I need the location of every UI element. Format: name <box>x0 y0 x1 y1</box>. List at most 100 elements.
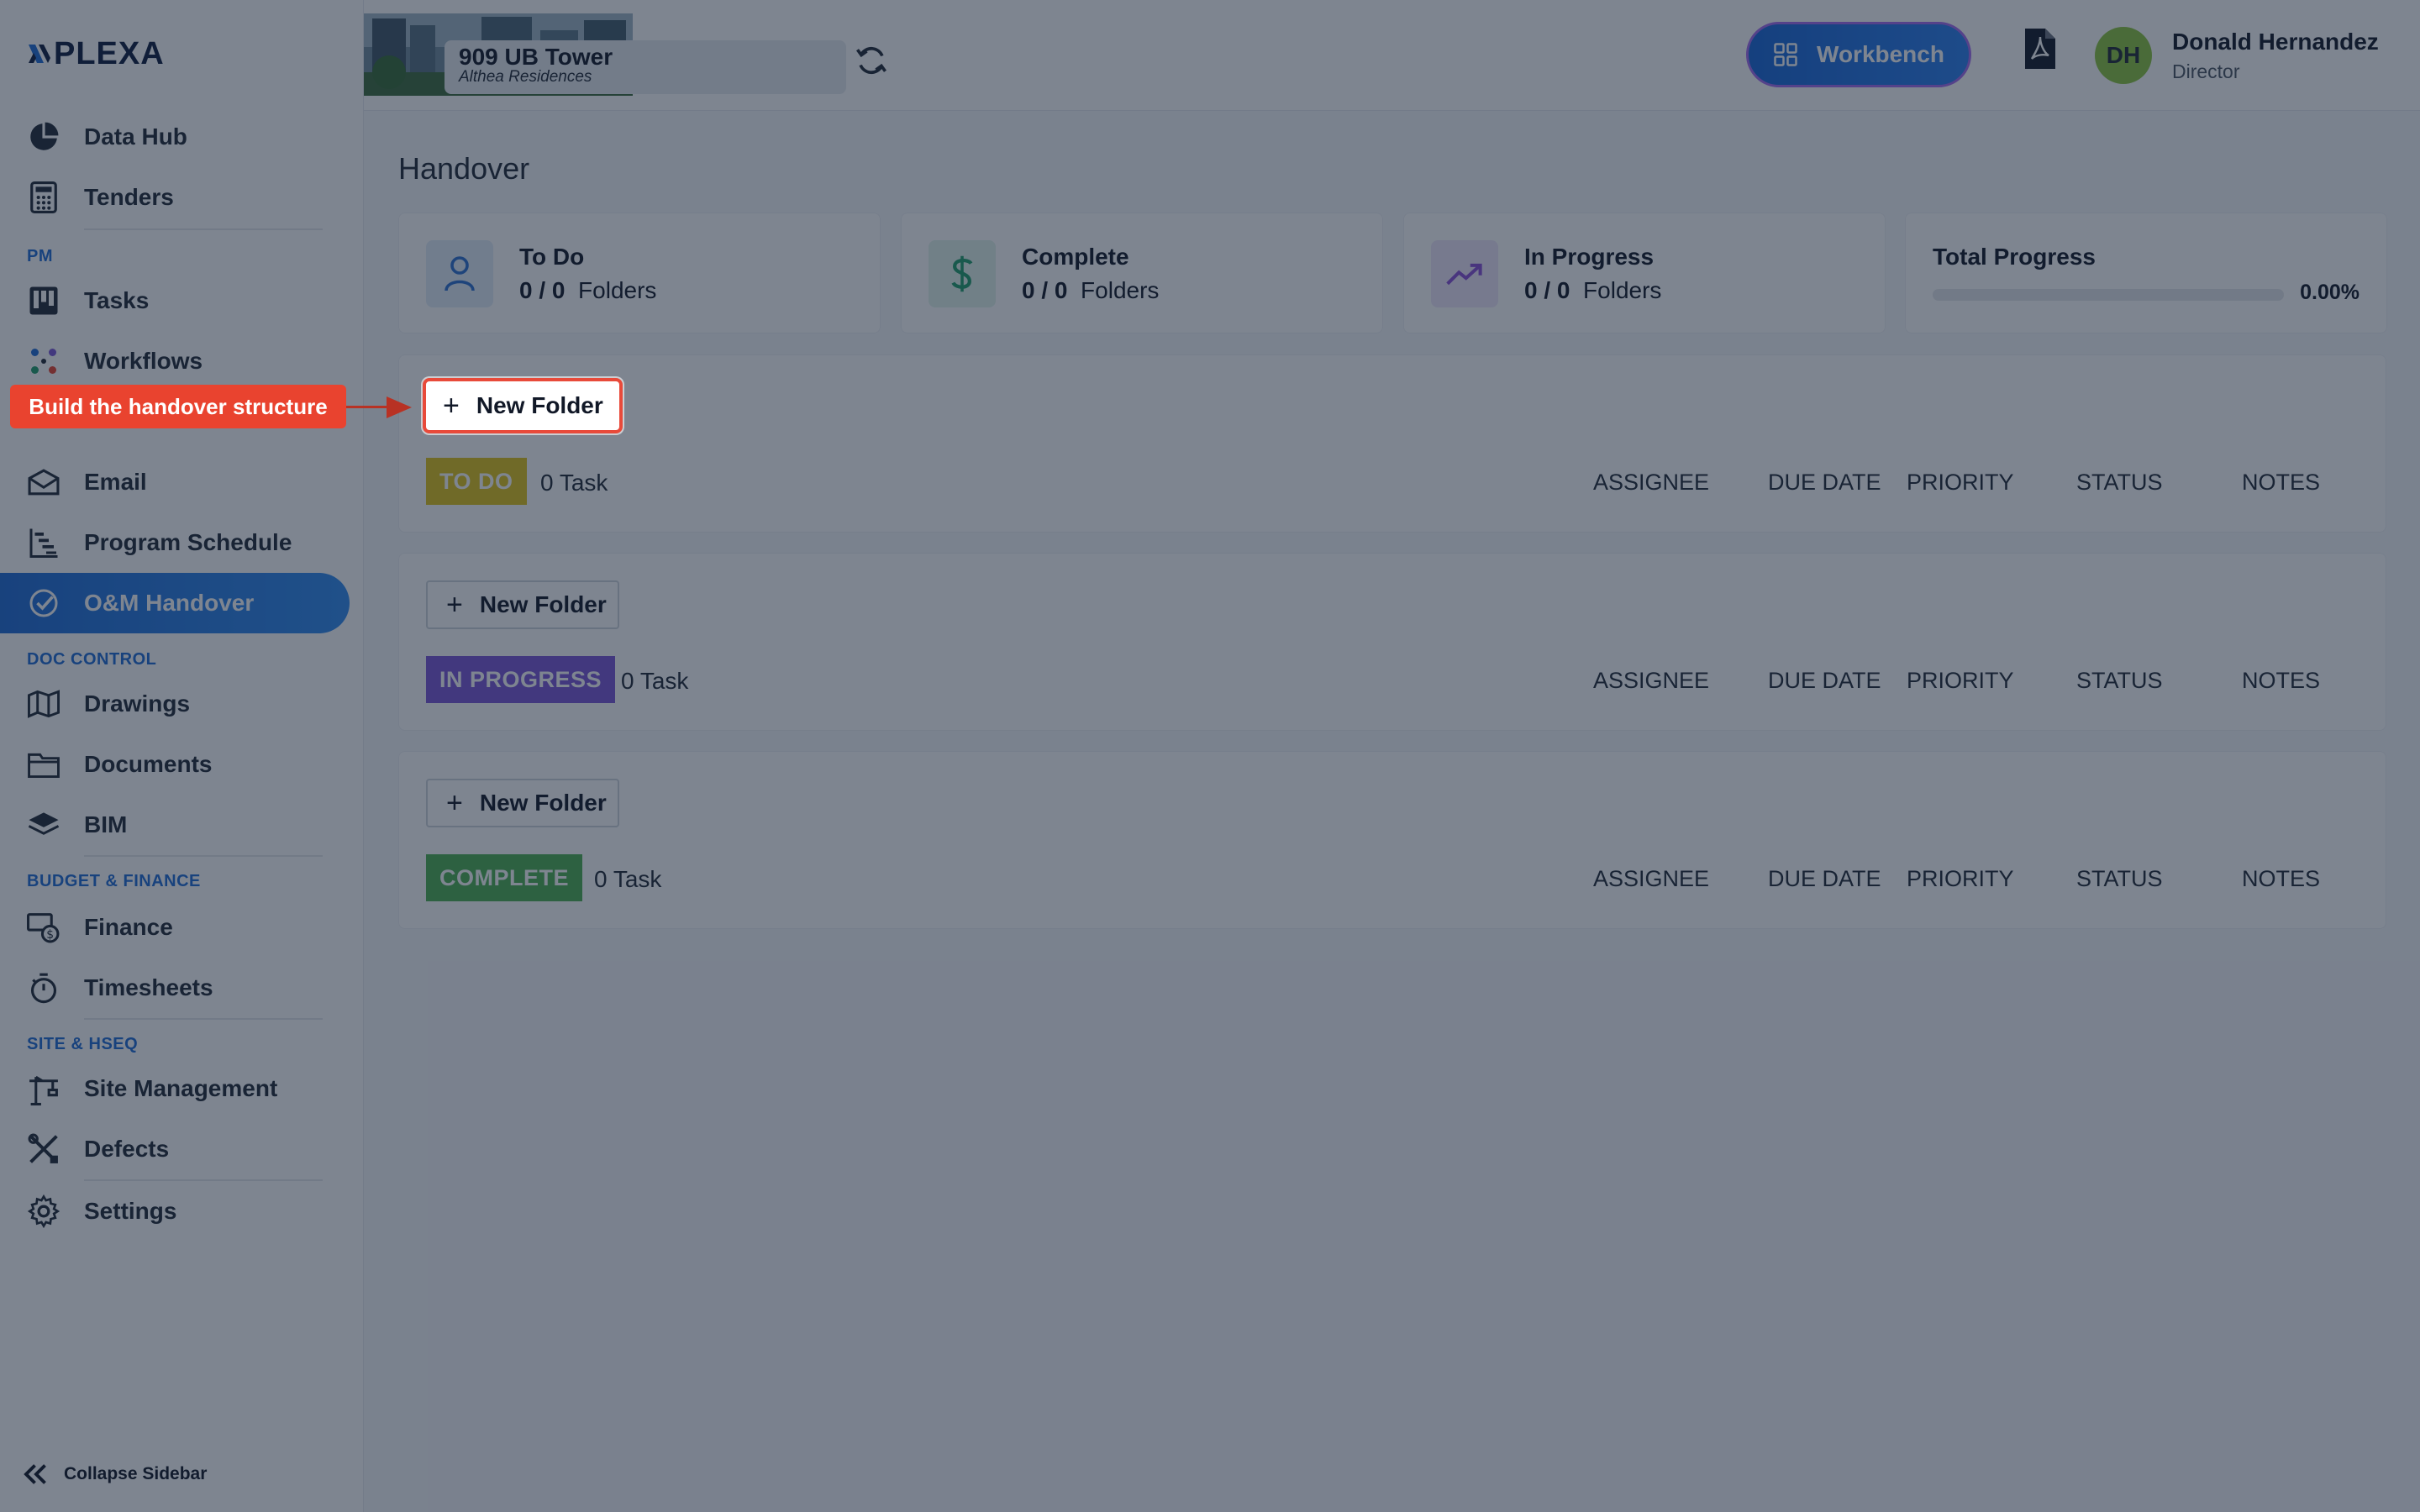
project-subtitle: Althea Residences <box>459 68 592 86</box>
layers-icon <box>27 808 60 842</box>
tools-icon <box>27 1132 60 1166</box>
task-count: 0 Task <box>594 866 662 892</box>
stat-title: To Do <box>519 244 585 270</box>
column-header-due-date[interactable]: DUE DATE <box>1768 866 1881 892</box>
sidebar-item-label: Settings <box>84 1198 177 1224</box>
project-name: 909 UB Tower <box>459 44 613 70</box>
stat-count: 0 / 0 Folders <box>519 277 657 303</box>
section-label-site-hseq: SITE & HSEQ <box>27 1035 139 1053</box>
sidebar-item-label: Finance <box>84 914 173 940</box>
calculator-icon <box>27 181 60 214</box>
user-icon <box>426 240 493 307</box>
column-header-assignee[interactable]: ASSIGNEE <box>1593 668 1709 694</box>
column-header-priority[interactable]: PRIORITY <box>1907 470 2014 496</box>
collapse-sidebar-label: Collapse Sidebar <box>64 1464 208 1483</box>
column-header-notes[interactable]: NOTES <box>2242 668 2320 694</box>
column-header-due-date[interactable]: DUE DATE <box>1768 470 1881 496</box>
sidebar-item-settings[interactable]: Settings <box>0 1181 350 1242</box>
stat-title: Total Progress <box>1933 244 2096 270</box>
column-header-status[interactable]: STATUS <box>2076 470 2163 496</box>
sidebar-item-drawings[interactable]: Drawings <box>0 674 350 734</box>
trending-up-icon <box>1431 240 1498 307</box>
top-header: 909 UB Tower Althea Residences Workbench… <box>364 0 2420 111</box>
sidebar-item-defects[interactable]: Defects <box>0 1119 350 1179</box>
highlighted-new-folder-button[interactable]: + New Folder <box>423 378 623 433</box>
sidebar-item-email[interactable]: Email <box>0 452 350 512</box>
gantt-icon <box>27 526 60 559</box>
status-badge: COMPLETE <box>426 854 583 901</box>
stat-title: In Progress <box>1524 244 1655 270</box>
section-label-budget-finance: BUDGET & FINANCE <box>27 872 201 890</box>
sidebar-item-label: O&M Handover <box>84 590 255 616</box>
sidebar-item-label: Program Schedule <box>84 529 292 555</box>
column-header-notes[interactable]: NOTES <box>2242 866 2320 892</box>
crane-icon <box>27 1072 60 1105</box>
column-header-priority[interactable]: PRIORITY <box>1907 668 2014 694</box>
app-logo[interactable]: PLEXA <box>27 35 165 71</box>
total-progress-bar <box>1933 289 2284 301</box>
plus-icon: + <box>446 787 463 819</box>
stopwatch-icon <box>27 971 60 1005</box>
logo-mark-icon <box>29 45 50 63</box>
status-badge: IN PROGRESS <box>426 656 616 703</box>
column-header-assignee[interactable]: ASSIGNEE <box>1593 866 1709 892</box>
sidebar-item-tenders[interactable]: Tenders <box>0 167 350 228</box>
money-icon: $ <box>27 911 60 944</box>
workbench-label: Workbench <box>1817 41 1944 67</box>
sidebar-item-om-handover[interactable]: O&M Handover <box>0 573 350 633</box>
sidebar-item-label: Timesheets <box>84 974 213 1000</box>
callout-arrow-head-icon <box>387 396 412 418</box>
avatar[interactable]: DH <box>2095 27 2152 84</box>
plus-icon: + <box>443 390 460 422</box>
sidebar-item-label: Email <box>84 469 147 495</box>
sidebar-item-documents[interactable]: Documents <box>0 734 350 795</box>
section-label-doc-control: DOC CONTROL <box>27 650 157 669</box>
column-header-assignee[interactable]: ASSIGNEE <box>1593 470 1709 496</box>
workflow-icon <box>27 344 60 378</box>
sync-icon[interactable] <box>853 42 890 79</box>
workbench-button[interactable]: Workbench <box>1746 22 1971 87</box>
sidebar-item-label: Data Hub <box>84 123 187 150</box>
pdf-export-icon[interactable] <box>2023 27 2057 71</box>
callout-arrow-line <box>346 406 390 408</box>
sidebar-item-label: BIM <box>84 811 128 837</box>
sidebar-divider <box>84 228 323 230</box>
stat-count: 0 / 0 Folders <box>1524 277 1662 303</box>
sidebar-item-bim[interactable]: BIM <box>0 795 350 855</box>
column-header-status[interactable]: STATUS <box>2076 866 2163 892</box>
sidebar-item-data-hub[interactable]: Data Hub <box>0 107 350 167</box>
plus-icon: + <box>446 589 463 621</box>
column-header-due-date[interactable]: DUE DATE <box>1768 668 1881 694</box>
sidebar-item-site-management[interactable]: Site Management <box>0 1058 350 1119</box>
double-chevron-left-icon <box>24 1464 46 1484</box>
column-header-status[interactable]: STATUS <box>2076 668 2163 694</box>
task-count: 0 Task <box>621 668 689 694</box>
map-icon <box>27 687 60 721</box>
stat-card-todo: To Do 0 / 0 Folders <box>398 213 881 333</box>
check-circle-icon <box>27 586 60 620</box>
folder-icon <box>27 748 60 781</box>
status-group-in-progress: + New Folder IN PROGRESS 0 Task ASSIGNEE … <box>398 553 2386 731</box>
sidebar-item-label: Tenders <box>84 184 174 210</box>
sidebar-item-workflows[interactable]: Workflows <box>0 331 350 391</box>
new-folder-button[interactable]: +New Folder <box>426 779 619 827</box>
section-label-pm: PM <box>27 247 53 265</box>
sidebar: PLEXA Data Hub Tenders PM Tasks Workflow… <box>0 0 364 1512</box>
new-folder-button[interactable]: +New Folder <box>426 580 619 629</box>
dollar-icon <box>929 240 996 307</box>
collapse-sidebar-button[interactable]: Collapse Sidebar <box>24 1463 207 1485</box>
sidebar-item-label: Documents <box>84 751 213 777</box>
stat-count: 0 / 0 Folders <box>1022 277 1160 303</box>
svg-text:$: $ <box>46 928 54 942</box>
sidebar-item-timesheets[interactable]: Timesheets <box>0 958 350 1018</box>
sidebar-item-tasks[interactable]: Tasks <box>0 270 350 331</box>
sidebar-item-label: Tasks <box>84 287 150 313</box>
avatar-initials: DH <box>2106 42 2141 68</box>
column-header-priority[interactable]: PRIORITY <box>1907 866 2014 892</box>
user-name: Donald Hernandez <box>2172 29 2379 55</box>
sidebar-item-program-schedule[interactable]: Program Schedule <box>0 512 350 573</box>
stat-card-complete: Complete 0 / 0 Folders <box>901 213 1383 333</box>
column-header-notes[interactable]: NOTES <box>2242 470 2320 496</box>
sidebar-item-finance[interactable]: $ Finance <box>0 897 350 958</box>
logo-text: PLEXA <box>54 35 165 71</box>
